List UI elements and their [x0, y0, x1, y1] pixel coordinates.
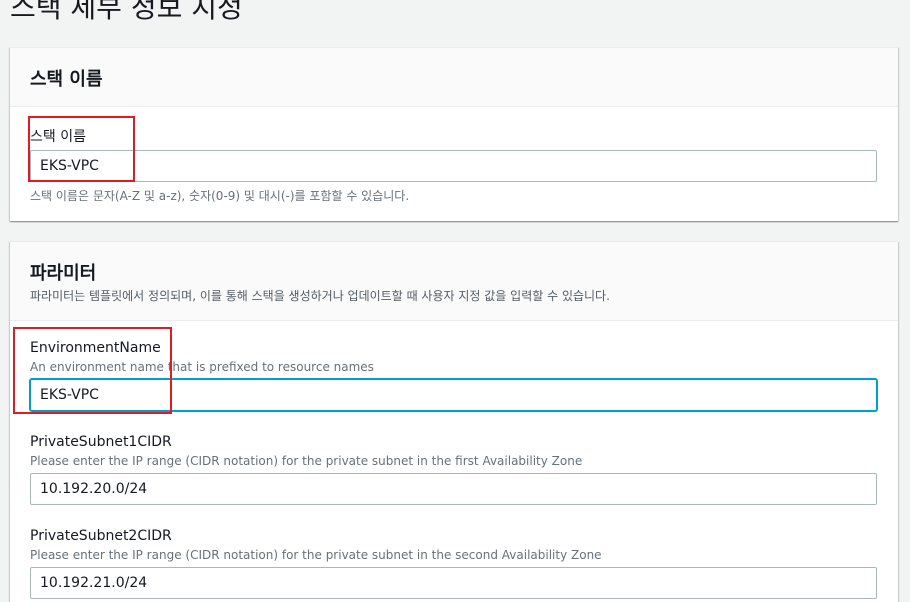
- parameters-panel-title: 파라미터: [30, 263, 97, 284]
- private-subnet1-cidr-input[interactable]: [30, 473, 877, 505]
- page-title: 스택 세부 정보 지정: [10, 0, 243, 24]
- stack-name-input[interactable]: [30, 150, 877, 182]
- private-subnet2-cidr-description: Please enter the IP range (CIDR notation…: [30, 548, 602, 562]
- environment-name-description: An environment name that is prefixed to …: [30, 360, 374, 374]
- private-subnet1-cidr-label: PrivateSubnet1CIDR: [30, 434, 172, 450]
- stack-name-hint: 스택 이름은 문자(A-Z 및 a-z), 숫자(0-9) 및 대시(-)를 포…: [30, 189, 410, 203]
- private-subnet2-cidr-input[interactable]: [30, 567, 877, 599]
- environment-name-label: EnvironmentName: [30, 340, 161, 356]
- stack-name-panel: 스택 이름 스택 이름 스택 이름은 문자(A-Z 및 a-z), 숫자(0-9…: [10, 47, 898, 221]
- stack-name-panel-title: 스택 이름: [30, 69, 103, 90]
- stack-name-panel-header: 스택 이름: [10, 48, 898, 107]
- stack-name-label: 스택 이름: [30, 129, 86, 145]
- parameters-panel-header: 파라미터 파라미터는 템플릿에서 정의되며, 이를 통해 스택을 생성하거나 업…: [10, 242, 898, 321]
- private-subnet2-cidr-label: PrivateSubnet2CIDR: [30, 528, 172, 544]
- environment-name-input[interactable]: [30, 379, 877, 411]
- parameters-panel-description: 파라미터는 템플릿에서 정의되며, 이를 통해 스택을 생성하거나 업데이트할 …: [30, 289, 610, 303]
- private-subnet1-cidr-description: Please enter the IP range (CIDR notation…: [30, 454, 583, 468]
- parameters-panel: 파라미터 파라미터는 템플릿에서 정의되며, 이를 통해 스택을 생성하거나 업…: [10, 241, 898, 602]
